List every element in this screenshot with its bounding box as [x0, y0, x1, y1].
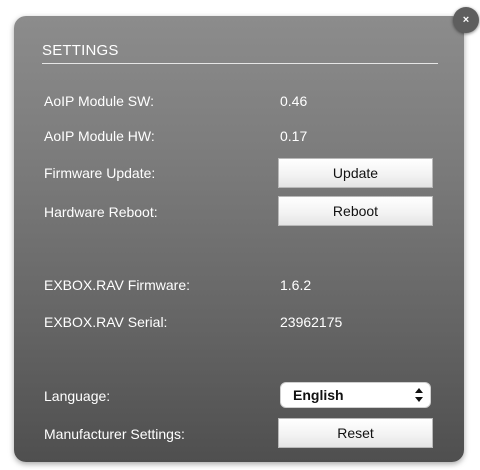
module-hw-label: AoIP Module HW: — [44, 128, 155, 144]
hardware-reboot-label: Hardware Reboot: — [44, 204, 158, 220]
firmware-update-label: Firmware Update: — [44, 165, 156, 181]
reset-button[interactable]: Reset — [278, 418, 433, 448]
exbox-firmware-label: EXBOX.RAV Firmware: — [44, 277, 190, 293]
title-divider — [42, 63, 438, 64]
up-down-arrows-icon — [415, 388, 423, 402]
reboot-button[interactable]: Reboot — [278, 196, 433, 226]
language-selected-value: English — [293, 387, 344, 403]
module-sw-value: 0.46 — [280, 93, 308, 109]
exbox-serial-value: 23962175 — [280, 314, 343, 330]
module-sw-label: AoIP Module SW: — [44, 93, 154, 109]
language-select[interactable]: English — [280, 382, 431, 408]
exbox-serial-label: EXBOX.RAV Serial: — [44, 314, 168, 330]
manufacturer-settings-label: Manufacturer Settings: — [44, 426, 185, 442]
exbox-firmware-value: 1.6.2 — [280, 277, 312, 293]
update-button[interactable]: Update — [278, 158, 433, 188]
language-label: Language: — [44, 388, 111, 404]
module-hw-value: 0.17 — [280, 128, 308, 144]
dialog-title: SETTINGS — [42, 42, 119, 59]
close-icon: × — [462, 14, 470, 26]
close-button[interactable]: × — [453, 7, 479, 33]
